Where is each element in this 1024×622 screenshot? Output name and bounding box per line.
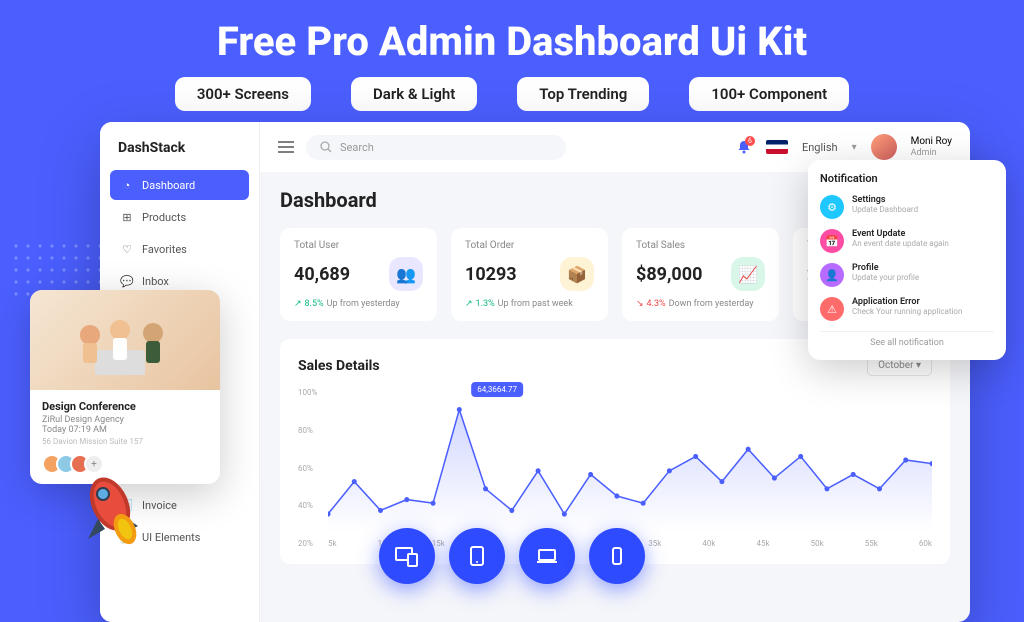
chevron-down-icon[interactable]: ▾	[852, 142, 857, 153]
notification-title: Event Update	[852, 229, 949, 239]
y-tick: 100%	[298, 388, 317, 397]
conference-card[interactable]: Design Conference ZiRul Design Agency To…	[30, 290, 220, 484]
user-role: Admin	[911, 148, 952, 159]
users-icon: 👥	[389, 257, 423, 291]
notification-title: Application Error	[852, 297, 962, 307]
stat-trend: ↘4.3% Down from yesterday	[636, 299, 765, 309]
y-axis: 100% 80% 60% 40% 20%	[298, 388, 317, 548]
sidebar-item-dashboard[interactable]: ◔ Dashboard	[110, 170, 249, 200]
user-avatar[interactable]	[871, 134, 897, 160]
x-tick: 5k	[328, 539, 337, 548]
notification-subtitle: Update Dashboard	[852, 205, 918, 214]
speedometer-icon: ◔	[120, 178, 134, 192]
notification-item-application-error[interactable]: ⚠ Application Error Check Your running a…	[820, 297, 994, 321]
trend-arrow-icon: ↗	[294, 299, 302, 309]
notification-bell[interactable]: 6	[736, 139, 752, 155]
sidebar-item-favorites[interactable]: ♡ Favorites	[110, 234, 249, 264]
feature-pills: 300+ Screens Dark & Light Top Trending 1…	[0, 77, 1024, 111]
brand-logo[interactable]: DashStack	[110, 136, 249, 170]
notification-icon: ⚠	[820, 297, 844, 321]
notification-panel: Notification ⚙ Settings Update Dashboard…	[808, 160, 1006, 360]
stat-value: 40,689	[294, 264, 350, 285]
trend-arrow-icon: ↘	[636, 299, 644, 309]
stat-label: Total Order	[465, 240, 594, 251]
conference-time: Today 07:19 AM	[42, 425, 208, 435]
notification-subtitle: Update your profile	[852, 273, 919, 282]
x-tick: 55k	[865, 539, 878, 548]
stat-card-total-sales: Total Sales $89,000 📈 ↘4.3% Down from ye…	[622, 228, 779, 321]
stat-label: Total Sales	[636, 240, 765, 251]
sidebar-item-label: Products	[142, 211, 186, 224]
stat-card-total-order: Total Order 10293 📦 ↗1.3% Up from past w…	[451, 228, 608, 321]
conference-title: Design Conference	[42, 400, 208, 413]
menu-toggle-icon[interactable]	[278, 141, 294, 153]
notification-badge: 6	[745, 136, 755, 146]
chat-icon: 💬	[120, 274, 134, 288]
sidebar-item-label: Inbox	[142, 275, 169, 288]
language-flag-icon[interactable]	[766, 140, 788, 154]
chart-title: Sales Details	[298, 358, 380, 374]
user-name: Moni Roy	[911, 136, 952, 148]
notification-item-profile[interactable]: 👤 Profile Update your profile	[820, 263, 994, 287]
y-tick: 20%	[298, 539, 317, 548]
sidebar-item-label: Dashboard	[142, 179, 195, 192]
x-tick: 40k	[702, 539, 715, 548]
pill-trending: Top Trending	[517, 77, 649, 111]
notification-title: Profile	[852, 263, 919, 273]
search-icon	[320, 141, 332, 153]
stat-trend: ↗1.3% Up from past week	[465, 299, 594, 309]
x-tick: 45k	[757, 539, 770, 548]
see-all-notifications[interactable]: See all notification	[820, 331, 994, 348]
notification-icon: 📅	[820, 229, 844, 253]
y-tick: 80%	[298, 426, 317, 435]
notification-title: Settings	[852, 195, 918, 205]
search-placeholder: Search	[340, 141, 374, 154]
x-tick: 50k	[811, 539, 824, 548]
y-tick: 40%	[298, 501, 317, 510]
x-tick: 60k	[919, 539, 932, 548]
notification-subtitle: An event date update again	[852, 239, 949, 248]
pill-theme: Dark & Light	[351, 77, 477, 111]
sidebar-item-label: Favorites	[142, 243, 187, 256]
heart-icon: ♡	[120, 242, 134, 256]
x-tick: 35k	[648, 539, 661, 548]
y-tick: 60%	[298, 464, 317, 473]
chart-peak-tooltip: 64,3664.77	[471, 382, 523, 397]
conference-address: 56 Davion Mission Suite 157	[42, 437, 208, 446]
chart-icon: 📈	[731, 257, 765, 291]
sidebar-item-products[interactable]: ⊞ Products	[110, 202, 249, 232]
chart-plot: 64,3664.77	[328, 388, 932, 532]
stat-card-total-user: Total User 40,689 👥 ↗8.5% Up from yester…	[280, 228, 437, 321]
notification-panel-title: Notification	[820, 172, 994, 185]
stat-value: $89,000	[636, 264, 702, 285]
chevron-down-icon: ▾	[916, 360, 921, 371]
notification-icon: ⚙	[820, 195, 844, 219]
user-info[interactable]: Moni Roy Admin	[911, 136, 952, 159]
conference-agency: ZiRul Design Agency	[42, 415, 208, 425]
pill-screens: 300+ Screens	[175, 77, 311, 111]
notification-item-event-update[interactable]: 📅 Event Update An event date update agai…	[820, 229, 994, 253]
hero-title: Free Pro Admin Dashboard Ui Kit	[0, 0, 1024, 77]
search-input[interactable]: Search	[306, 135, 566, 160]
notification-subtitle: Check Your running application	[852, 307, 962, 316]
stat-label: Total User	[294, 240, 423, 251]
stat-value: 10293	[465, 264, 517, 285]
notification-icon: 👤	[820, 263, 844, 287]
trend-arrow-icon: ↗	[465, 299, 473, 309]
language-label[interactable]: English	[802, 141, 838, 154]
chart-area: 100%80%60%40%20% 64,3664.77 5k10k15k20k2…	[298, 388, 932, 548]
pill-components: 100+ Component	[689, 77, 849, 111]
rocket-decoration	[70, 464, 160, 554]
notification-item-settings[interactable]: ⚙ Settings Update Dashboard	[820, 195, 994, 219]
conference-image	[30, 290, 220, 390]
box-icon: 📦	[560, 257, 594, 291]
grid-icon: ⊞	[120, 210, 134, 224]
stat-trend: ↗8.5% Up from yesterday	[294, 299, 423, 309]
